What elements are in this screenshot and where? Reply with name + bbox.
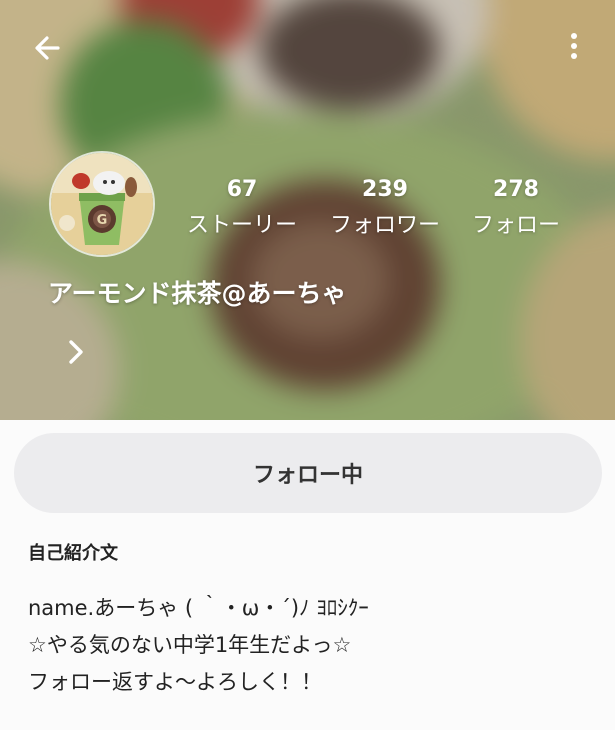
stat-stories-label: ストーリー — [186, 213, 297, 238]
bio-heading: 自己紹介文 — [28, 543, 118, 564]
stat-following-count: 278 — [493, 177, 539, 202]
stat-following[interactable]: 278 フォロー — [466, 176, 566, 244]
profile-name: アーモンド抹茶@あーちゃ — [48, 279, 347, 308]
more-options-button[interactable] — [556, 28, 592, 68]
stat-followers[interactable]: 239 フォロワー — [325, 176, 445, 244]
svg-text:G: G — [97, 213, 108, 228]
bio-line: ☆やる気のない中学1年生だよっ☆ — [28, 633, 352, 657]
following-button[interactable]: フォロー中 — [14, 433, 602, 513]
expand-profile-button[interactable] — [58, 334, 94, 370]
back-button[interactable] — [28, 28, 68, 68]
avatar[interactable]: G — [49, 151, 155, 257]
stat-stories-count: 67 — [226, 177, 258, 202]
chevron-right-icon — [69, 340, 83, 364]
arrow-left-icon — [35, 36, 60, 60]
stat-followers-label: フォロワー — [329, 213, 440, 238]
stat-followers-count: 239 — [362, 177, 408, 202]
profile-avatar: G — [51, 153, 153, 255]
stat-following-label: フォロー — [471, 213, 560, 238]
bio-text: name.あーちゃ ( ｀・ω・´)ﾉ ﾖﾛｼｸｰ ☆やる気のない中学1年生だよ… — [28, 590, 598, 701]
stat-stories[interactable]: 67 ストーリー — [180, 176, 304, 244]
bio-line: フォロー返すよ〜よろしく！！ — [28, 670, 322, 694]
more-vertical-icon — [571, 33, 577, 59]
bio-line: name.あーちゃ ( ｀・ω・´)ﾉ ﾖﾛｼｸｰ — [28, 596, 369, 620]
profile-screen: G 67 ストーリー 239 フォロワー 278 フォロー アーモンド抹茶@あー… — [0, 0, 615, 730]
